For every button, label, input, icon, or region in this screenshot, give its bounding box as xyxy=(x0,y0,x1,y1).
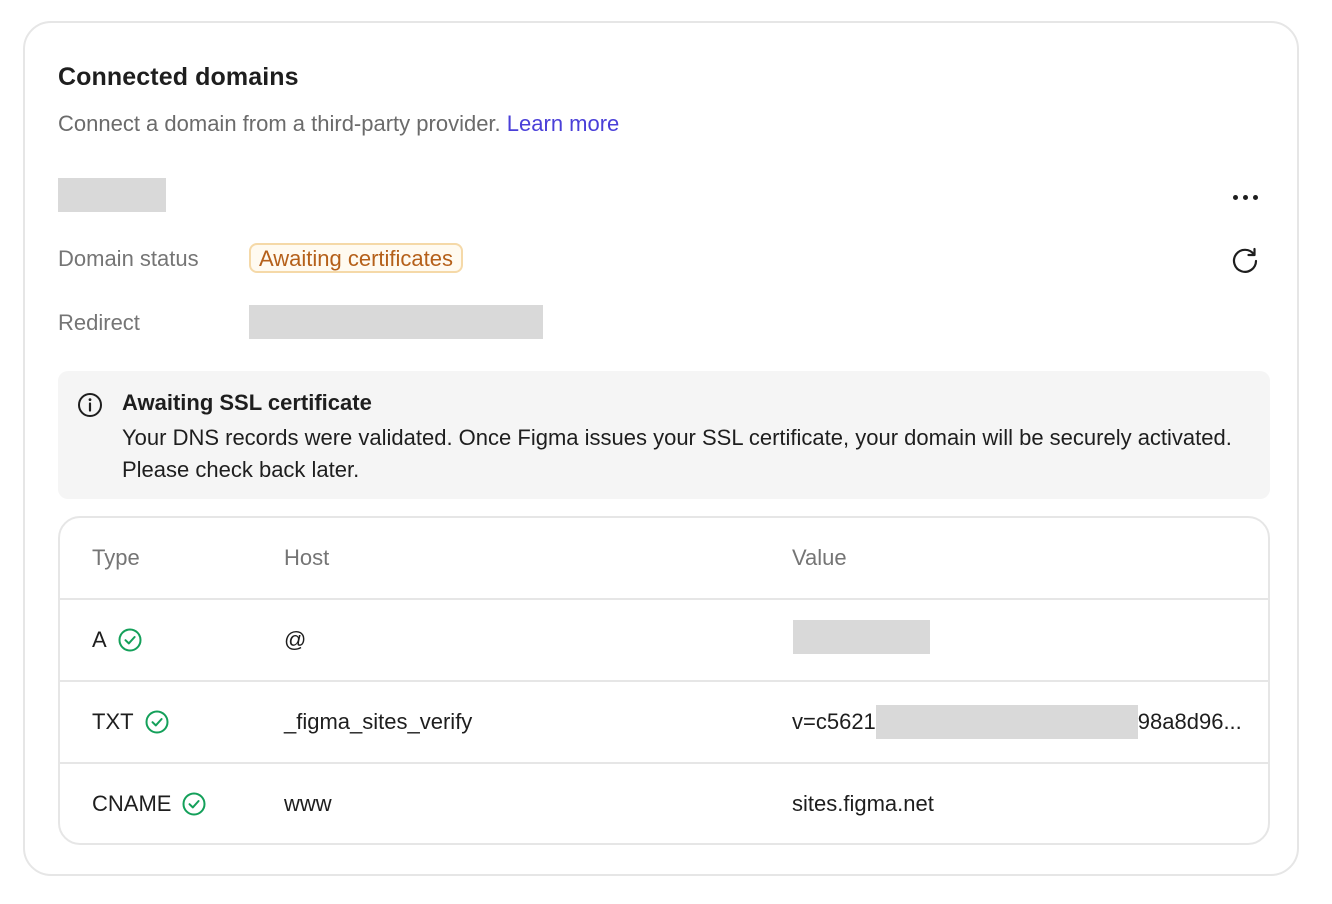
record-value-prefix: v=c5621 xyxy=(792,709,876,734)
subtitle-text: Connect a domain from a third-party prov… xyxy=(58,111,501,136)
info-icon xyxy=(78,393,102,417)
column-header-host: Host xyxy=(284,545,330,570)
notice-title: Awaiting SSL certificate xyxy=(122,390,372,415)
redirect-value-redacted xyxy=(249,305,543,339)
record-host: www xyxy=(284,791,332,816)
more-options-button[interactable] xyxy=(1221,181,1269,213)
record-value: v=c5621 98a8d96... xyxy=(792,682,1242,762)
column-header-value: Value xyxy=(792,545,847,570)
table-row: TXT _figma_sites_verify v=c5621 98a8d96.… xyxy=(60,680,1268,762)
table-header-row: Type Host Value xyxy=(60,518,1268,598)
record-host: _figma_sites_verify xyxy=(284,709,473,734)
check-circle-icon xyxy=(145,710,169,734)
domain-status-label: Domain status xyxy=(58,246,199,271)
refresh-button[interactable] xyxy=(1225,241,1265,281)
refresh-icon xyxy=(1232,247,1258,273)
status-badge: Awaiting certificates xyxy=(249,243,464,273)
section-title: Connected domains xyxy=(58,63,299,91)
record-host: @ xyxy=(284,627,307,652)
record-type: A xyxy=(92,627,107,652)
record-value-suffix: 98a8d96... xyxy=(1137,709,1242,734)
connected-domains-card: Connected domains Connect a domain from … xyxy=(23,21,1299,876)
notice-body: Your DNS records were validated. Once Fi… xyxy=(122,425,1232,482)
record-value-redacted xyxy=(875,705,1138,739)
column-header-type: Type xyxy=(92,545,140,570)
record-type: CNAME xyxy=(92,791,172,816)
record-type: TXT xyxy=(92,709,134,734)
check-circle-icon xyxy=(118,628,142,652)
table-row: A @ xyxy=(60,598,1268,680)
record-value-redacted xyxy=(793,620,930,654)
check-circle-icon xyxy=(182,792,206,816)
domain-name-redacted xyxy=(58,178,166,212)
more-horizontal-icon xyxy=(1232,194,1238,200)
dns-records-table: Type Host Value A @ TXT _figma_sites_ver… xyxy=(58,516,1270,845)
redirect-label: Redirect xyxy=(58,310,140,335)
ssl-notice: Awaiting SSL certificate Your DNS record… xyxy=(58,371,1270,499)
table-row: CNAME www sites.figma.net xyxy=(60,762,1268,843)
section-subtitle: Connect a domain from a third-party prov… xyxy=(58,111,619,137)
learn-more-link[interactable]: Learn more xyxy=(507,111,620,136)
record-value: sites.figma.net xyxy=(792,791,934,816)
